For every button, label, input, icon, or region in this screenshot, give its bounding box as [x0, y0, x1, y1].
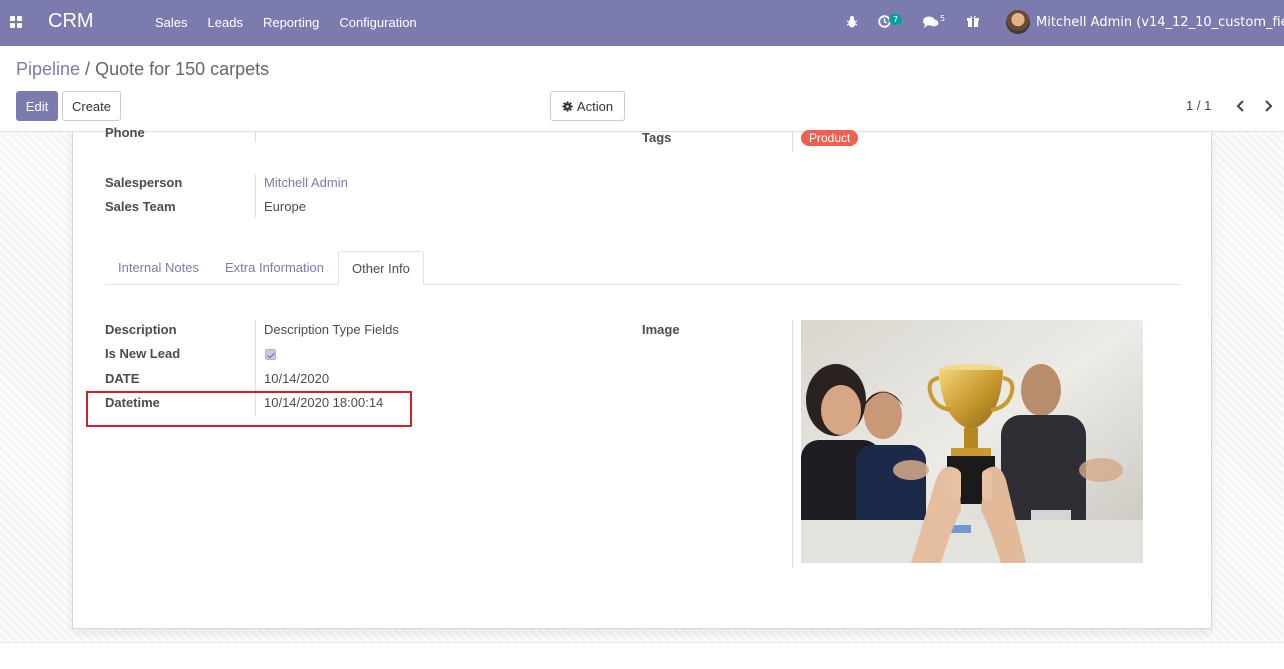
- user-avatar[interactable]: [1006, 10, 1030, 34]
- user-menu[interactable]: Mitchell Admin (v14_12_10_custom_fields): [1036, 15, 1284, 30]
- tags-label: Tags: [642, 130, 672, 145]
- action-button-label: Action: [576, 98, 614, 114]
- control-panel: Pipeline / Quote for 150 carpets Edit Crea…: [0, 46, 1284, 132]
- breadcrumb-current: Quote for 150 carpets: [95, 59, 270, 79]
- activity-count-badge: 7: [889, 14, 903, 25]
- breadcrumb-separator: /: [85, 59, 91, 79]
- breadcrumb: Pipeline / Quote for 150 carpets: [16, 59, 269, 80]
- image-label: Image: [642, 322, 680, 337]
- pager-value[interactable]: 1 / 1: [1186, 98, 1211, 113]
- pager-previous-icon[interactable]: [1236, 100, 1245, 112]
- date-value: 10/14/2020: [264, 371, 330, 386]
- tab-extra-information[interactable]: Extra Information: [212, 251, 337, 285]
- tag-badge-product[interactable]: Product: [801, 130, 859, 146]
- messages-icon[interactable]: [923, 16, 939, 29]
- chatter-bar: [0, 642, 1284, 669]
- top-navbar: CRM Sales Leads Reporting Configuration …: [0, 0, 1284, 46]
- menu-item-configuration[interactable]: Configuration: [339, 15, 416, 30]
- lead-image[interactable]: [801, 320, 1143, 563]
- is-new-lead-checkbox: [265, 349, 276, 360]
- gift-icon[interactable]: [966, 14, 980, 28]
- main-menu: Sales Leads Reporting Configuration: [155, 15, 437, 30]
- image-field-divider: [792, 320, 793, 568]
- salesperson-label: Salesperson: [105, 175, 183, 190]
- notebook-tabs: Internal Notes Extra Information Other I…: [105, 251, 1180, 285]
- apps-menu-icon[interactable]: [10, 16, 22, 28]
- pager-next-icon[interactable]: [1264, 100, 1273, 112]
- edit-button[interactable]: Edit: [16, 91, 58, 121]
- is-new-lead-label: Is New Lead: [105, 346, 181, 361]
- description-value: Description Type Fields: [264, 322, 399, 337]
- datetime-highlight-box: [86, 391, 412, 427]
- sales-team-value: Europe: [264, 199, 306, 214]
- app-brand: CRM: [48, 10, 94, 32]
- messages-count-badge: 5: [940, 14, 946, 23]
- action-button[interactable]: Action: [550, 91, 625, 121]
- form-content-area: Phone Tags Product Salesperson Mitchell …: [0, 125, 1284, 669]
- description-label: Description: [105, 322, 177, 337]
- menu-item-reporting[interactable]: Reporting: [263, 15, 319, 30]
- sales-team-label: Sales Team: [105, 199, 176, 214]
- create-button[interactable]: Create: [62, 91, 121, 121]
- bug-icon[interactable]: [846, 15, 858, 29]
- salesperson-value[interactable]: Mitchell Admin: [264, 175, 348, 190]
- form-sheet: Phone Tags Product Salesperson Mitchell …: [72, 125, 1212, 629]
- breadcrumb-pipeline[interactable]: Pipeline: [16, 59, 80, 79]
- phone-field-divider: [255, 132, 256, 142]
- tab-other-info[interactable]: Other Info: [338, 251, 424, 285]
- tab-internal-notes[interactable]: Internal Notes: [105, 251, 212, 285]
- salesperson-field-divider: [255, 174, 256, 218]
- phone-label: Phone: [105, 125, 145, 140]
- date-label: DATE: [105, 371, 140, 386]
- menu-item-leads[interactable]: Leads: [208, 15, 243, 30]
- menu-item-sales[interactable]: Sales: [155, 15, 188, 30]
- gear-icon: [562, 100, 573, 112]
- tags-field-divider: [792, 132, 793, 152]
